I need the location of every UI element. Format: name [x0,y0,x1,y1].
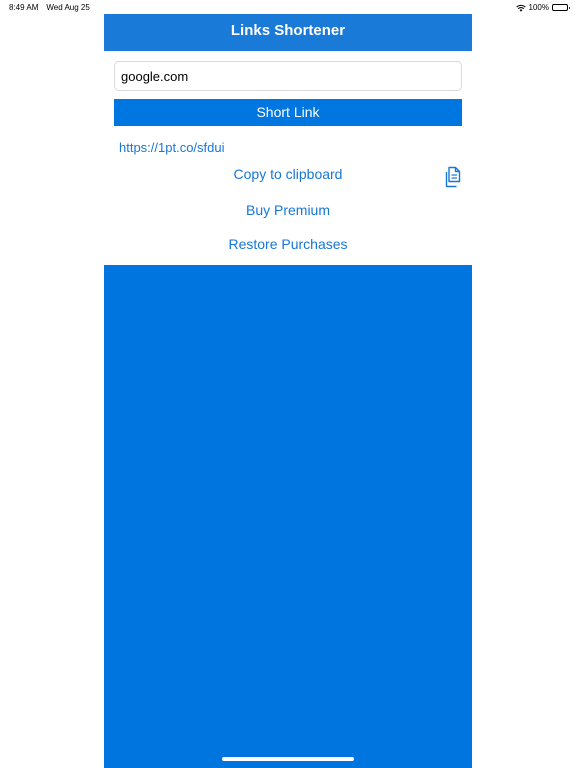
battery-percent: 100% [528,3,549,12]
status-right: 100% [515,3,570,12]
status-left: 8:49 AM Wed Aug 25 [9,3,90,12]
battery-icon [552,4,570,11]
app-window: Links Shortener Short Link https://1pt.c… [104,14,472,768]
home-indicator[interactable] [222,757,354,761]
wifi-icon [515,4,526,12]
content-panel [104,265,472,768]
copy-to-clipboard-button[interactable]: Copy to clipboard [104,166,472,182]
url-input[interactable] [114,61,462,91]
clipboard-icon[interactable] [445,166,463,188]
status-time: 8:49 AM [9,3,39,12]
status-date: Wed Aug 25 [46,3,90,12]
restore-purchases-button[interactable]: Restore Purchases [104,236,472,252]
nav-title: Links Shortener [230,22,346,39]
screen: 8:49 AM Wed Aug 25 100% Links Shortener S… [0,0,576,768]
nav-bar: Links Shortener [104,14,472,51]
buy-premium-button[interactable]: Buy Premium [104,202,472,218]
status-bar: 8:49 AM Wed Aug 25 100% [0,0,576,14]
short-link-button[interactable]: Short Link [114,99,462,126]
short-url-link[interactable]: https://1pt.co/sfdui [119,140,225,155]
